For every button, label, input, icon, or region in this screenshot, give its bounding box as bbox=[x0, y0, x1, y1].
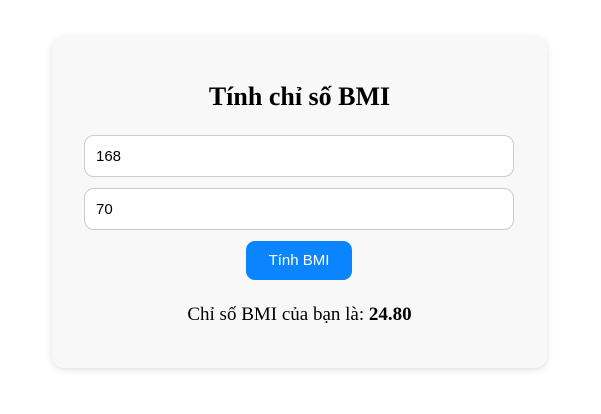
bmi-result-value: 24.80 bbox=[368, 304, 412, 325]
bmi-calculator-card: Tính chỉ số BMI Tính BMI Chỉ số BMI của … bbox=[52, 36, 547, 368]
height-input[interactable] bbox=[84, 135, 514, 177]
calculate-bmi-button[interactable]: Tính BMI bbox=[246, 241, 352, 280]
bmi-result: Chỉ số BMI của bạn là: 24.80 bbox=[52, 303, 547, 327]
bmi-result-label: Chỉ số BMI của bạn là: bbox=[187, 304, 369, 325]
weight-input[interactable] bbox=[84, 188, 514, 230]
page-title: Tính chỉ số BMI bbox=[208, 82, 391, 111]
